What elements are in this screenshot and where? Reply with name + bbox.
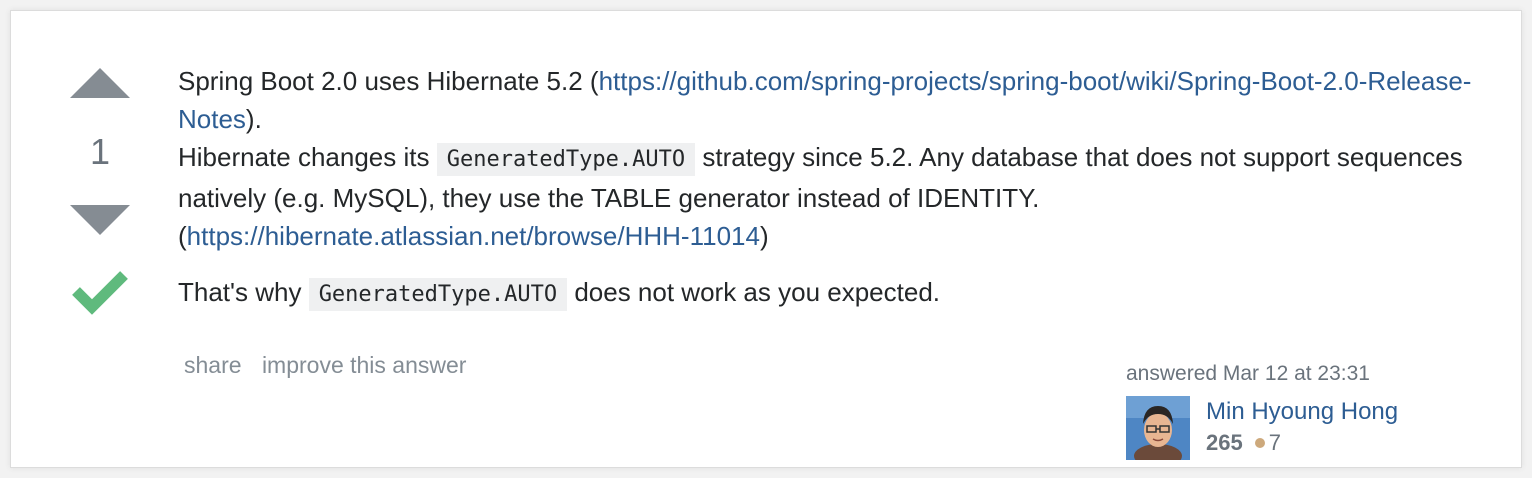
inline-code: GeneratedType.AUTO [436, 143, 696, 176]
accepted-check-icon [72, 271, 128, 315]
answered-time: answered Mar 12 at 23:31 [1126, 362, 1370, 385]
post-menu: share improve this answer [184, 352, 480, 379]
downvote-arrow-icon[interactable] [70, 205, 130, 235]
vote-count: 1 [89, 131, 111, 172]
inline-code: GeneratedType.AUTO [308, 278, 568, 311]
share-link[interactable]: share [184, 352, 242, 378]
bronze-badge-icon [1254, 438, 1265, 449]
vote-cell: 1 [60, 68, 140, 320]
avatar[interactable] [1126, 396, 1190, 460]
hibernate-issue-link[interactable]: https://hibernate.atlassian.net/browse/H… [187, 221, 760, 251]
reputation-score: 265 [1206, 430, 1243, 455]
improve-answer-link[interactable]: improve this answer [262, 352, 467, 378]
user-reputation: 265 7 [1206, 430, 1281, 456]
text: That's why [178, 277, 309, 307]
answer-paragraph-1: Spring Boot 2.0 uses Hibernate 5.2 ( http… [178, 62, 1508, 255]
text: ). [245, 104, 262, 134]
user-info: Min Hyoung Hong 265 7 [1126, 396, 1486, 460]
upvote-arrow-icon[interactable] [70, 68, 130, 98]
text: Hibernate changes its [178, 142, 437, 172]
answer-body: Spring Boot 2.0 uses Hibernate 5.2 ( http… [178, 62, 1508, 314]
answer-paragraph-2: That's why GeneratedType.AUTO does not w… [178, 273, 1508, 314]
bronze-badge-count: 7 [1268, 430, 1281, 455]
text: ) [759, 221, 769, 251]
user-name-link[interactable]: Min Hyoung Hong [1206, 398, 1398, 426]
user-signature: answered Mar 12 at 23:31 Min Hyoung Hong… [1126, 360, 1486, 460]
text: Spring Boot 2.0 uses Hibernate 5.2 ( [178, 66, 599, 96]
text: does not work as you expected. [567, 277, 940, 307]
